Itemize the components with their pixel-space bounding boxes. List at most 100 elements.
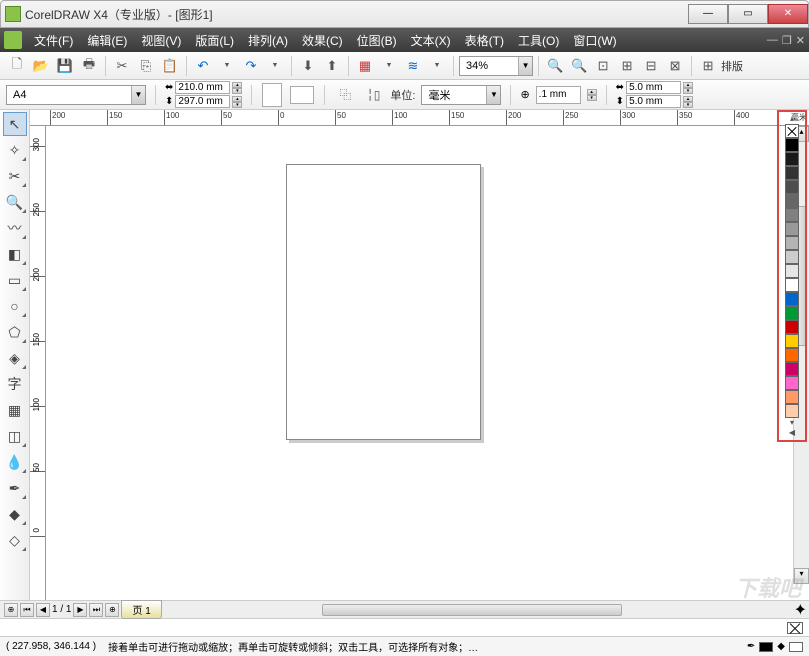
interactive-fill-tool[interactable]: ◇ (3, 528, 27, 552)
swatch-ffcc00[interactable] (785, 334, 799, 348)
import-icon[interactable]: ⬇ (297, 55, 319, 77)
swatch-ffffff[interactable] (785, 278, 799, 292)
smart-fill-tool[interactable]: ◧ (3, 242, 27, 266)
swatch-0066cc[interactable] (785, 292, 799, 306)
polygon-tool[interactable]: ⬠ (3, 320, 27, 344)
ellipse-tool[interactable]: ○ (3, 294, 27, 318)
menu-arrange[interactable]: 排列(A) (242, 30, 294, 51)
prev-page-icon[interactable]: ◀ (36, 603, 50, 617)
swatch-cccccc[interactable] (785, 250, 799, 264)
swatch-333333[interactable] (785, 166, 799, 180)
landscape-button[interactable] (290, 86, 314, 104)
dup-y-input[interactable] (626, 95, 681, 108)
swatch-cc0000[interactable] (785, 320, 799, 334)
units-dropdown-icon[interactable]: ▼ (486, 86, 500, 104)
maximize-button[interactable]: ▭ (728, 4, 768, 24)
swatch-b3b3b3[interactable] (785, 236, 799, 250)
palette-flyout-icon[interactable]: ◀ (789, 428, 795, 438)
page-layout2-icon[interactable]: ╎▯ (362, 84, 384, 106)
export-icon[interactable]: ⬆ (321, 55, 343, 77)
menu-table[interactable]: 表格(T) (459, 30, 510, 51)
zoom-value[interactable]: 34% (460, 60, 518, 72)
swatch-808080[interactable] (785, 208, 799, 222)
nudge-down[interactable]: ▾ (587, 95, 597, 101)
scroll-down-icon[interactable]: ▾ (794, 568, 809, 584)
units-combo[interactable]: 毫米 ▼ (421, 85, 501, 105)
swatch-ff9966[interactable] (785, 390, 799, 404)
undo-dropdown-icon[interactable]: ▼ (216, 55, 238, 77)
no-fill-swatch[interactable] (787, 622, 803, 634)
freehand-tool[interactable]: 〰 (3, 216, 27, 240)
zoom-fit-icon[interactable]: ⊡ (592, 55, 614, 77)
interactive-tool[interactable]: ◫ (3, 424, 27, 448)
fill-swatch-white[interactable] (789, 642, 803, 652)
paper-width-input[interactable] (175, 81, 230, 94)
app-menu-icon[interactable] (4, 31, 22, 49)
dup-x-input[interactable] (626, 81, 681, 94)
basic-shapes-tool[interactable]: ◈ (3, 346, 27, 370)
new-icon[interactable]: 🗋 (6, 55, 28, 77)
swatch-1a1a1a[interactable] (785, 152, 799, 166)
menu-tools[interactable]: 工具(O) (512, 30, 565, 51)
horizontal-scrollbar[interactable] (172, 603, 792, 617)
swatch-cc0066[interactable] (785, 362, 799, 376)
page-tab[interactable]: 页 1 (121, 600, 161, 619)
zoom-combo[interactable]: 34% ▼ (459, 56, 533, 76)
fill-tool[interactable]: ◆ (3, 502, 27, 526)
options-icon[interactable]: ⊞ (697, 55, 719, 77)
swatch-999999[interactable] (785, 222, 799, 236)
menu-text[interactable]: 文本(X) (405, 30, 457, 51)
add-page-after-icon[interactable]: ⊕ (105, 603, 119, 617)
paper-height-input[interactable] (175, 95, 230, 108)
table-tool[interactable]: ▦ (3, 398, 27, 422)
redo-icon[interactable]: ↷ (240, 55, 262, 77)
drawing-canvas[interactable] (46, 126, 809, 600)
paper-size-combo[interactable]: A4 ▼ (6, 85, 146, 105)
add-page-icon[interactable]: ⊕ (4, 603, 18, 617)
fill-swatch-black[interactable] (759, 642, 773, 652)
swatch-e6e6e6[interactable] (785, 264, 799, 278)
menu-layout[interactable]: 版面(L) (189, 30, 240, 51)
zoom-dropdown-icon[interactable]: ▼ (518, 57, 532, 75)
layout-label[interactable]: 排版 (721, 58, 743, 74)
menu-effects[interactable]: 效果(C) (296, 30, 349, 51)
swatch-666666[interactable] (785, 194, 799, 208)
redo-dropdown-icon[interactable]: ▼ (264, 55, 286, 77)
eyedropper-tool[interactable]: 💧 (3, 450, 27, 474)
nudge-input[interactable] (536, 86, 581, 104)
welcome-dropdown-icon[interactable]: ▼ (426, 55, 448, 77)
cut-icon[interactable]: ✂ (111, 55, 133, 77)
horizontal-ruler[interactable]: 毫米 20015010050050100150200250300350400 (30, 110, 809, 126)
next-page-icon[interactable]: ▶ (73, 603, 87, 617)
palette-up-icon[interactable]: ▴ (790, 114, 794, 124)
zoom-all-icon[interactable]: ⊠ (664, 55, 686, 77)
swatch-009933[interactable] (785, 306, 799, 320)
zoom-in-icon[interactable]: 🔍 (544, 55, 566, 77)
rectangle-tool[interactable]: ▭ (3, 268, 27, 292)
menu-bitmap[interactable]: 位图(B) (351, 30, 403, 51)
page-layout-icon[interactable]: ⿻ (334, 84, 356, 106)
last-page-icon[interactable]: ⏭ (89, 603, 103, 617)
outline-tool[interactable]: ✒ (3, 476, 27, 500)
open-icon[interactable]: 📂 (30, 55, 52, 77)
swatch-4d4d4d[interactable] (785, 180, 799, 194)
shape-tool[interactable]: ✧ (3, 138, 27, 162)
crop-tool[interactable]: ✂ (3, 164, 27, 188)
menu-edit[interactable]: 编辑(E) (81, 30, 133, 51)
paste-icon[interactable]: 📋 (159, 55, 181, 77)
zoom-selection-icon[interactable]: ⊟ (640, 55, 662, 77)
swatch-000000[interactable] (785, 138, 799, 152)
copy-icon[interactable]: ⎘ (135, 55, 157, 77)
doc-minimize-button[interactable]: — (767, 34, 778, 47)
hscroll-thumb[interactable] (322, 604, 622, 616)
height-down[interactable]: ▾ (232, 102, 242, 108)
menu-view[interactable]: 视图(V) (135, 30, 187, 51)
width-down[interactable]: ▾ (232, 88, 242, 94)
minimize-button[interactable]: — (688, 4, 728, 24)
zoom-tool[interactable]: 🔍 (3, 190, 27, 214)
menu-file[interactable]: 文件(F) (28, 30, 79, 51)
swatch-ff66cc[interactable] (785, 376, 799, 390)
nav-icon[interactable]: ✦ (794, 600, 807, 620)
zoom-page-icon[interactable]: ⊞ (616, 55, 638, 77)
save-icon[interactable]: 💾 (54, 55, 76, 77)
